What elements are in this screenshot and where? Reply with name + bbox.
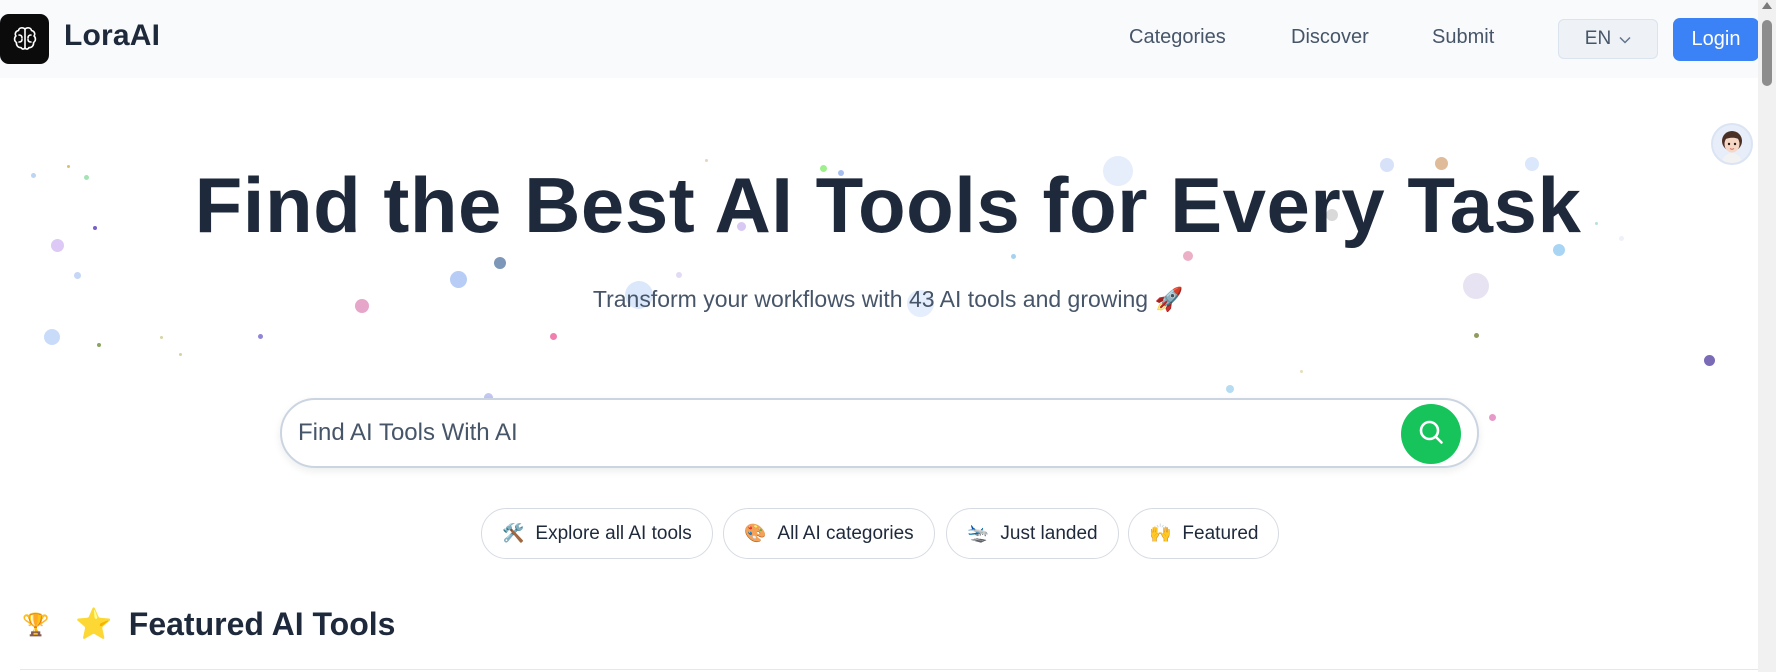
login-button[interactable]: Login (1673, 18, 1759, 61)
chevron-down-icon (1619, 28, 1631, 50)
chip-explore-all-tools[interactable]: 🛠️ Explore all AI tools (481, 508, 713, 559)
airplane-landing-icon: 🛬 (967, 523, 990, 543)
top-nav-bar: LoraAI Categories Discover Submit EN Log… (0, 0, 1759, 78)
page-scrollbar[interactable] (1758, 0, 1776, 672)
chip-just-landed[interactable]: 🛬 Just landed (946, 508, 1119, 559)
chip-label: Just landed (1000, 522, 1098, 544)
trophy-icon: 🏆 (22, 611, 50, 637)
language-select[interactable]: EN (1558, 19, 1658, 59)
tools-icon: 🛠️ (502, 523, 525, 543)
search-button[interactable] (1401, 404, 1461, 464)
nav-discover[interactable]: Discover (1291, 26, 1369, 49)
search-input[interactable] (298, 414, 1398, 452)
language-value: EN (1584, 28, 1612, 49)
chip-all-categories[interactable]: 🎨 All AI categories (723, 508, 935, 559)
brain-logo-icon[interactable] (0, 14, 49, 64)
brand-name[interactable]: LoraAI (64, 19, 160, 53)
section-divider (20, 669, 1758, 670)
assistant-avatar[interactable] (1711, 123, 1753, 165)
scroll-up-icon[interactable] (1762, 2, 1772, 9)
ai-search-bar[interactable] (280, 398, 1479, 468)
chip-label: Explore all AI tools (535, 522, 692, 544)
nav-categories[interactable]: Categories (1129, 26, 1226, 49)
scroll-thumb[interactable] (1762, 20, 1772, 86)
search-icon (1417, 418, 1445, 451)
hero-title: Find the Best AI Tools for Every Task (194, 161, 1582, 249)
chip-label: Featured (1182, 522, 1259, 544)
featured-title: Featured AI Tools (128, 606, 396, 642)
nav-submit[interactable]: Submit (1432, 26, 1494, 49)
hero-subtitle: Transform your workflows with 43 AI tool… (592, 286, 1184, 312)
palette-icon: 🎨 (744, 523, 767, 543)
raising-hands-icon: 🙌 (1149, 523, 1172, 543)
star-icon: ⭐ (75, 608, 113, 641)
chip-label: All AI categories (777, 522, 914, 544)
chip-featured[interactable]: 🙌 Featured (1128, 508, 1280, 559)
featured-heading: 🏆 ⭐ Featured AI Tools (22, 606, 395, 643)
